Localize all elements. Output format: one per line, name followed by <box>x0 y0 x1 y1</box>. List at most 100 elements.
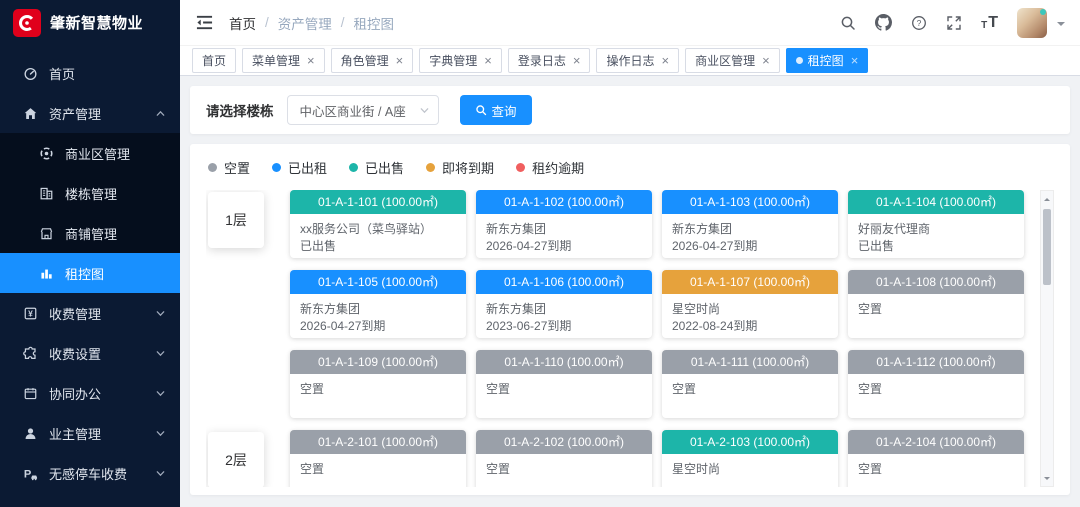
room-cards: 01-A-1-101 (100.00㎡)xx服务公司（菜鸟驿站）已出售01-A-… <box>290 190 1034 430</box>
search-icon[interactable] <box>840 15 856 31</box>
room-card-header: 01-A-1-105 (100.00㎡) <box>290 270 466 294</box>
sidebar-item-shop-management[interactable]: 商铺管理 <box>0 213 180 253</box>
sidebar-item-fee-management[interactable]: ¥收费管理 <box>0 293 180 333</box>
room-tenant: 空置 <box>858 301 1014 318</box>
sidebar-item-label: 资产管理 <box>49 104 101 123</box>
status-legend: 空置已出租已出售即将到期租约逾期 <box>206 156 1054 190</box>
legend-item: 租约逾期 <box>516 158 584 177</box>
tab-close-icon[interactable]: × <box>307 54 315 67</box>
tab-close-icon[interactable]: × <box>484 54 492 67</box>
tab-label: 租控图 <box>808 52 844 69</box>
room-card[interactable]: 01-A-1-111 (100.00㎡)空置 <box>662 350 838 418</box>
font-size-icon[interactable]: TT <box>981 15 998 31</box>
tab-0[interactable]: 首页 <box>192 48 236 73</box>
sidebar-item-label: 租控图 <box>65 264 104 283</box>
scrollbar-thumb[interactable] <box>1043 209 1051 285</box>
tab-close-icon[interactable]: × <box>573 54 581 67</box>
app-root: 肇新智慧物业 首页资产管理商业区管理楼栋管理商铺管理租控图¥收费管理收费设置协同… <box>0 0 1080 507</box>
tab-close-icon[interactable]: × <box>762 54 770 67</box>
avatar[interactable] <box>1017 8 1047 38</box>
help-icon[interactable]: ? <box>911 15 927 31</box>
room-tenant: 新东方集团 <box>486 301 642 318</box>
tab-4[interactable]: 登录日志× <box>508 48 591 73</box>
sidebar-item-owner-management[interactable]: 业主管理 <box>0 413 180 453</box>
sidebar-item-label: 协同办公 <box>49 384 101 403</box>
breadcrumb-item[interactable]: 资产管理 <box>278 13 332 33</box>
floor-board[interactable]: 1层01-A-1-101 (100.00㎡)xx服务公司（菜鸟驿站）已出售01-… <box>206 190 1034 487</box>
sidebar-item-label: 收费设置 <box>49 344 101 363</box>
puzzle-icon <box>22 346 39 361</box>
sidebar-item-rent-control-map[interactable]: 租控图 <box>0 253 180 293</box>
sidebar-item-building-management[interactable]: 楼栋管理 <box>0 173 180 213</box>
search-button[interactable]: 查询 <box>460 95 532 125</box>
tab-close-icon[interactable]: × <box>396 54 404 67</box>
room-card[interactable]: 01-A-1-101 (100.00㎡)xx服务公司（菜鸟驿站）已出售 <box>290 190 466 258</box>
room-tenant: 星空时尚 <box>672 461 828 478</box>
room-card[interactable]: 01-A-1-103 (100.00㎡)新东方集团2026-04-27到期 <box>662 190 838 258</box>
room-card[interactable]: 01-A-2-104 (100.00㎡)空置 <box>848 430 1024 487</box>
scroll-down-icon[interactable] <box>1041 472 1053 484</box>
room-card-body: xx服务公司（菜鸟驿站）已出售 <box>290 214 466 258</box>
tab-label: 字典管理 <box>429 52 477 69</box>
vertical-scrollbar[interactable] <box>1040 190 1054 487</box>
sidebar-item-fee-settings[interactable]: 收费设置 <box>0 333 180 373</box>
room-card[interactable]: 01-A-1-110 (100.00㎡)空置 <box>476 350 652 418</box>
room-card-header: 01-A-1-106 (100.00㎡) <box>476 270 652 294</box>
tab-5[interactable]: 操作日志× <box>596 48 679 73</box>
room-card[interactable]: 01-A-1-109 (100.00㎡)空置 <box>290 350 466 418</box>
sidebar-item-asset-management[interactable]: 资产管理 <box>0 93 180 133</box>
tab-close-icon[interactable]: × <box>661 54 669 67</box>
sidebar-item-collaboration-office[interactable]: 协同办公 <box>0 373 180 413</box>
room-card[interactable]: 01-A-1-106 (100.00㎡)新东方集团2023-06-27到期 <box>476 270 652 338</box>
sidebar-item-label: 统计报表 <box>49 504 101 507</box>
room-card-body: 空置 <box>848 294 1024 338</box>
svg-text:P: P <box>23 468 31 480</box>
room-tenant: 空置 <box>858 381 1014 398</box>
logo[interactable]: 肇新智慧物业 <box>0 0 180 45</box>
room-card[interactable]: 01-A-1-102 (100.00㎡)新东方集团2026-04-27到期 <box>476 190 652 258</box>
room-card[interactable]: 01-A-1-104 (100.00㎡)好丽友代理商已出售 <box>848 190 1024 258</box>
room-card[interactable]: 01-A-1-105 (100.00㎡)新东方集团2026-04-27到期 <box>290 270 466 338</box>
room-card[interactable]: 01-A-2-101 (100.00㎡)空置 <box>290 430 466 487</box>
tab-close-icon[interactable]: × <box>851 54 859 67</box>
chevron-up-icon <box>155 108 166 119</box>
tab-6[interactable]: 商业区管理× <box>685 48 780 73</box>
building-select-value: 中心区商业街 / A座 <box>300 101 406 120</box>
search-button-icon <box>475 104 487 116</box>
room-card[interactable]: 01-A-1-112 (100.00㎡)空置 <box>848 350 1024 418</box>
tab-1[interactable]: 菜单管理× <box>242 48 325 73</box>
sidebar-item-label: 首页 <box>49 64 75 83</box>
legend-label: 即将到期 <box>442 158 494 177</box>
room-card[interactable]: 01-A-1-108 (100.00㎡)空置 <box>848 270 1024 338</box>
room-card-body: 空置 <box>476 454 652 487</box>
sidebar-item-label: 无感停车收费 <box>49 464 127 483</box>
room-card[interactable]: 01-A-2-102 (100.00㎡)空置 <box>476 430 652 487</box>
bar-chart-icon <box>38 266 55 281</box>
sidebar-item-statistics-report[interactable]: 统计报表 <box>0 493 180 507</box>
sidebar-item-parking-fee[interactable]: P 无感停车收费 <box>0 453 180 493</box>
breadcrumb-item[interactable]: 首页 <box>229 13 256 33</box>
svg-text:¥: ¥ <box>28 308 33 318</box>
github-icon[interactable] <box>875 14 892 31</box>
main-area: 首页/资产管理/租控图 ? TT 首页菜单管理×角色管理×字典管理×登 <box>180 0 1080 507</box>
tab-2[interactable]: 角色管理× <box>331 48 414 73</box>
district-icon <box>38 146 55 161</box>
sidebar-item-home[interactable]: 首页 <box>0 53 180 93</box>
sidebar-item-label: 业主管理 <box>49 424 101 443</box>
building-icon <box>38 186 55 201</box>
tab-3[interactable]: 字典管理 × <box>419 48 502 73</box>
building-select[interactable]: 中心区商业街 / A座 <box>287 95 439 125</box>
fullscreen-icon[interactable] <box>946 15 962 31</box>
hamburger-icon[interactable] <box>195 14 214 31</box>
sidebar-item-district-management[interactable]: 商业区管理 <box>0 133 180 173</box>
tab-7[interactable]: 租控图 × <box>786 48 869 73</box>
room-card-body: 空置 <box>476 374 652 418</box>
room-card-body: 空置 <box>848 454 1024 487</box>
room-card[interactable]: 01-A-2-103 (100.00㎡)星空时尚 <box>662 430 838 487</box>
room-card[interactable]: 01-A-1-107 (100.00㎡)星空时尚2022-08-24到期 <box>662 270 838 338</box>
legend-label: 空置 <box>224 158 250 177</box>
yuan-icon: ¥ <box>22 306 39 321</box>
scroll-up-icon[interactable] <box>1041 193 1053 205</box>
user-menu-caret-icon[interactable] <box>1057 22 1065 30</box>
sidebar-submenu: 商业区管理楼栋管理商铺管理租控图 <box>0 133 180 293</box>
